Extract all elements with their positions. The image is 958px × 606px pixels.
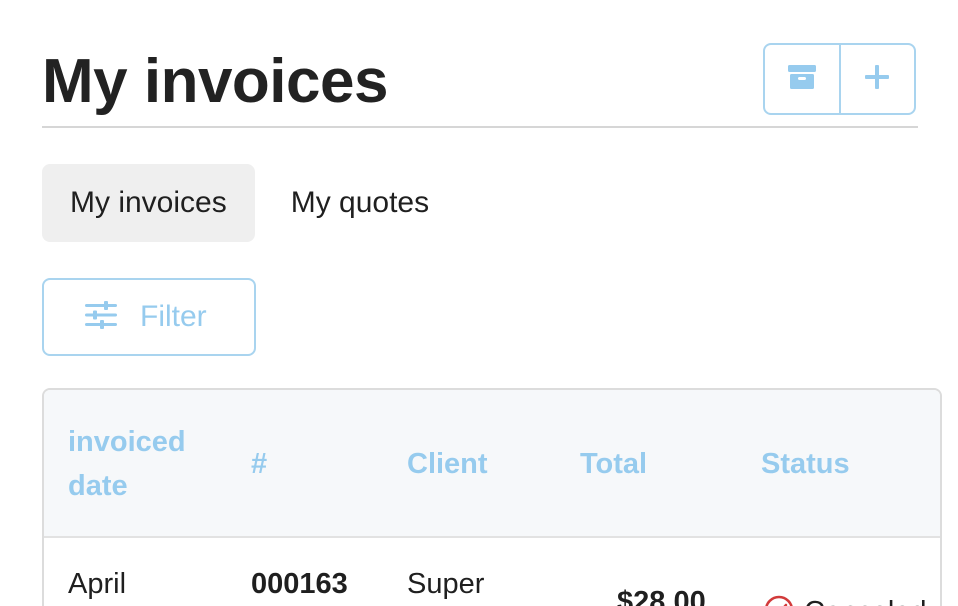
header-invoiced-date-line1: invoiced [68,426,186,458]
header-invoiced-date[interactable]: invoiced date [68,420,186,508]
canceled-check-icon [764,595,794,606]
plus-icon [863,63,891,96]
header-number[interactable]: # [251,442,267,486]
page-title: My invoices [42,47,388,116]
header-status[interactable]: Status [761,442,850,486]
tab-my-invoices[interactable]: My invoices [42,164,255,242]
cell-client: Super [407,568,485,600]
header-total[interactable]: Total [580,442,647,486]
table-header: invoiced date # Client Total Status [44,390,940,538]
title-divider [42,126,918,128]
header-actions [763,43,916,115]
filter-label: Filter [140,300,207,333]
invoice-tabs: My invoices My quotes [42,164,457,242]
sliders-icon [84,300,118,334]
status-badge: Canceled [764,590,927,606]
cell-total: $28.00 [617,586,706,606]
cell-number: 000163 [251,568,348,600]
page: My invoices My invoices My quotes Filter… [0,0,958,606]
tab-my-quotes[interactable]: My quotes [263,164,457,242]
header-invoiced-date-line2: date [68,470,128,502]
header-client[interactable]: Client [407,442,488,486]
archive-button[interactable] [765,45,839,113]
status-label: Canceled [804,590,927,606]
cell-date: April [68,568,127,600]
archive-icon [787,64,817,95]
invoices-table: invoiced date # Client Total Status Apri… [42,388,942,606]
add-invoice-button[interactable] [838,45,915,113]
filter-button[interactable]: Filter [42,278,256,356]
